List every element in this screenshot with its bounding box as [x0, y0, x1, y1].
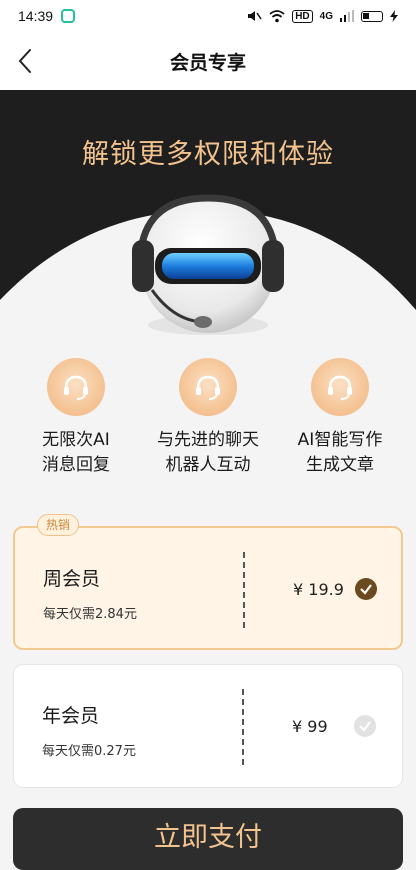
headset-icon: [47, 358, 105, 416]
feature-label-line1: AI智能写作: [297, 430, 383, 450]
hd-icon: HD: [292, 9, 313, 23]
navigation-bar: 会员专享: [0, 32, 416, 90]
feature-label-line1: 与先进的聊天: [157, 430, 259, 450]
hot-badge: 热销: [37, 514, 80, 536]
headset-icon: [179, 358, 237, 416]
feature-item: AI智能写作 生成文章: [275, 358, 405, 488]
feature-label-line1: 无限次AI: [42, 430, 110, 450]
app-notification-icon: [61, 9, 76, 23]
plan-price: ¥ 99: [292, 717, 328, 736]
plan-card-weekly[interactable]: 热销 周会员 每天仅需2.84元 ¥ 19.9: [13, 514, 403, 650]
wifi-icon: [269, 9, 285, 22]
feature-item: 与先进的聊天 机器人互动: [143, 358, 273, 488]
back-chevron-icon[interactable]: [12, 46, 42, 76]
mute-icon: [248, 11, 262, 21]
check-icon[interactable]: [355, 578, 377, 600]
status-bar: 14:39 HD 4G: [0, 0, 416, 32]
plan-card-yearly[interactable]: 年会员 每天仅需0.27元 ¥ 99: [13, 664, 403, 788]
feature-label-line2: 机器人互动: [165, 455, 251, 475]
charging-icon: [390, 10, 398, 22]
robot-mascot-icon: [132, 194, 284, 335]
headset-icon: [311, 358, 369, 416]
plan-name: 周会员: [43, 568, 101, 590]
pay-now-button[interactable]: 立即支付: [13, 808, 403, 870]
plan-daily-price: 每天仅需0.27元: [42, 744, 136, 759]
feature-list: 无限次AI 消息回复 与先进的聊天 机器人互动 AI智能写作 生成文章: [0, 358, 416, 488]
check-icon[interactable]: [354, 715, 376, 737]
page-title: 会员专享: [169, 51, 246, 74]
plan-daily-price: 每天仅需2.84元: [43, 607, 137, 622]
signal-bars-icon: [340, 10, 354, 22]
feature-label-line2: 生成文章: [306, 455, 374, 475]
plan-price: ¥ 19.9: [293, 580, 344, 599]
feature-item: 无限次AI 消息回复: [11, 358, 141, 488]
feature-label-line2: 消息回复: [42, 455, 110, 475]
status-indicators: HD 4G: [246, 9, 398, 23]
plan-name: 年会员: [42, 705, 100, 727]
signal-icon: 4G: [319, 10, 333, 22]
hero-background: [0, 90, 416, 335]
status-time: 14:39: [18, 8, 54, 24]
hero-title: 解锁更多权限和体验: [82, 139, 334, 170]
plan-divider: [243, 552, 245, 628]
hero-banner: 解锁更多权限和体验: [0, 90, 416, 340]
battery-icon: [361, 10, 383, 22]
plan-divider: [242, 689, 244, 765]
